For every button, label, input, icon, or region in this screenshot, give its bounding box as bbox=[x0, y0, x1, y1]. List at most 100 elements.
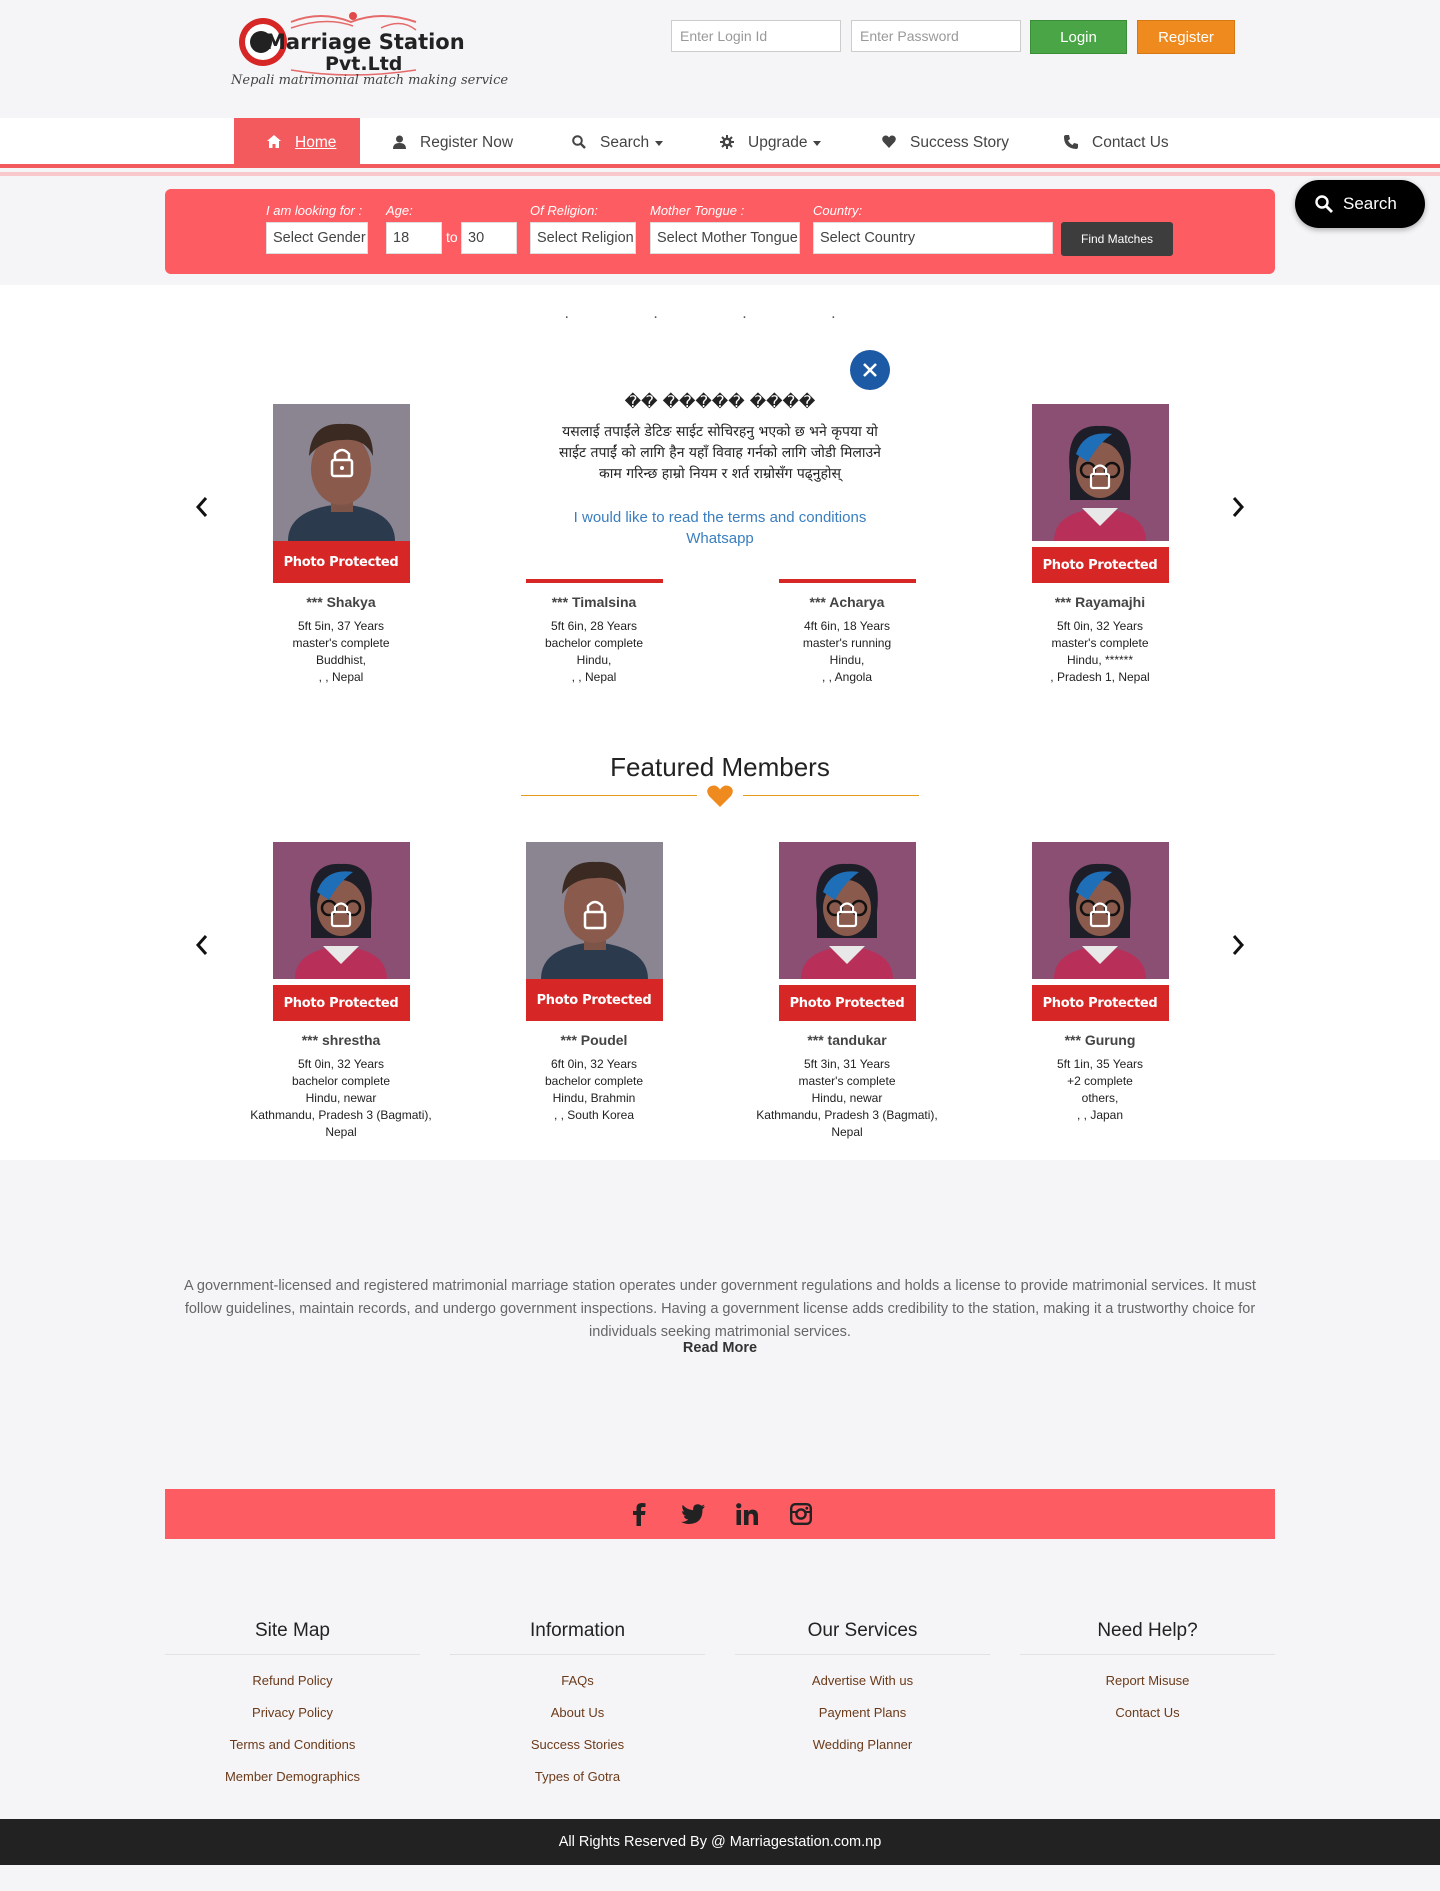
featured-member-card[interactable]: Photo Protected *** tandukar 5ft 3in, 31… bbox=[747, 842, 947, 1141]
instagram-icon[interactable] bbox=[788, 1501, 814, 1527]
facebook-icon[interactable] bbox=[626, 1501, 652, 1527]
main-nav: Home Register Now Search Upgrade Success… bbox=[0, 118, 1440, 168]
photo-protected-badge: Photo Protected bbox=[778, 985, 916, 1021]
modal-body: यसलाई तपाईंले डेटिङ साईट सोचिरहनु भएको छ… bbox=[559, 424, 881, 482]
member-country: Nepal bbox=[831, 1125, 863, 1139]
nav-success-story[interactable]: Success Story bbox=[880, 118, 1009, 168]
member-name[interactable]: *** Rayamajhi bbox=[1000, 594, 1200, 610]
member-name[interactable]: *** tandukar bbox=[747, 1032, 947, 1048]
password-input[interactable] bbox=[851, 20, 1021, 52]
nav-search[interactable]: Search bbox=[570, 118, 664, 168]
footer-link-success-stories[interactable]: Success Stories bbox=[450, 1737, 705, 1752]
footer-site-map: Site Map Refund Policy Privacy Policy Te… bbox=[165, 1620, 420, 1784]
member-location: , , Nepal bbox=[571, 670, 617, 684]
brand-suffix: Pvt.Ltd bbox=[325, 53, 403, 75]
footer-link-privacy-policy[interactable]: Privacy Policy bbox=[165, 1705, 420, 1720]
member-name[interactable]: *** Shakya bbox=[241, 594, 441, 610]
login-id-input[interactable] bbox=[671, 20, 841, 52]
title-divider-right bbox=[743, 795, 919, 796]
member-name[interactable]: *** Acharya bbox=[747, 594, 947, 610]
carousel-prev-button[interactable] bbox=[191, 495, 215, 519]
member-name[interactable]: *** Poudel bbox=[494, 1032, 694, 1048]
featured-prev-button[interactable] bbox=[191, 933, 215, 957]
age-to-select[interactable]: 30 bbox=[461, 222, 517, 254]
photo-protected-badge: Photo Protected bbox=[525, 979, 663, 1021]
photo-protected-badge: Photo Protected bbox=[1031, 547, 1169, 583]
nav-upgrade[interactable]: Upgrade bbox=[718, 118, 822, 168]
nav-register-now[interactable]: Register Now bbox=[390, 118, 513, 168]
member-photo bbox=[1031, 842, 1169, 979]
gender-select[interactable]: Select Gender bbox=[266, 222, 368, 254]
footer-link-advertise[interactable]: Advertise With us bbox=[735, 1673, 990, 1688]
member-photo bbox=[778, 842, 916, 979]
member-education: bachelor complete bbox=[544, 1074, 644, 1088]
featured-member-card[interactable]: Photo Protected *** Poudel 6ft 0in, 32 Y… bbox=[494, 842, 694, 1124]
modal-links: I would like to read the terms and condi… bbox=[555, 507, 885, 549]
footer-link-contact-us[interactable]: Contact Us bbox=[1020, 1705, 1275, 1720]
member-card[interactable]: Photo Protected *** Shakya 5ft 5in, 37 Y… bbox=[241, 404, 441, 686]
home-icon bbox=[265, 135, 283, 151]
footer-link-faqs[interactable]: FAQs bbox=[450, 1673, 705, 1688]
religion-select[interactable]: Select Religion bbox=[530, 222, 636, 254]
whatsapp-link[interactable]: Whatsapp bbox=[555, 528, 885, 549]
search-icon bbox=[1315, 195, 1333, 213]
member-location: Kathmandu, Pradesh 3 (Bagmati), bbox=[250, 1108, 432, 1122]
login-button[interactable]: Login bbox=[1030, 20, 1127, 54]
carousel-next-button[interactable] bbox=[1225, 495, 1249, 519]
member-education: master's running bbox=[802, 636, 892, 650]
member-religion: Buddhist, bbox=[315, 653, 367, 667]
member-name[interactable]: *** Gurung bbox=[1000, 1032, 1200, 1048]
register-button[interactable]: Register bbox=[1137, 20, 1235, 54]
featured-member-card[interactable]: Photo Protected *** Gurung 5ft 1in, 35 Y… bbox=[1000, 842, 1200, 1124]
mother-tongue-select[interactable]: Select Mother Tongue bbox=[650, 222, 800, 254]
floating-search-button[interactable]: Search bbox=[1295, 180, 1425, 228]
modal-close-button[interactable] bbox=[850, 350, 890, 390]
member-location: Kathmandu, Pradesh 3 (Bagmati), bbox=[756, 1108, 938, 1122]
age-from-select[interactable]: 18 bbox=[386, 222, 442, 254]
member-name[interactable]: *** Timalsina bbox=[494, 594, 694, 610]
footer-link-report-misuse[interactable]: Report Misuse bbox=[1020, 1673, 1275, 1688]
member-religion: Hindu, ****** bbox=[1066, 653, 1134, 667]
footer-link-about-us[interactable]: About Us bbox=[450, 1705, 705, 1720]
member-name[interactable]: *** shrestha bbox=[241, 1032, 441, 1048]
footer-link-refund-policy[interactable]: Refund Policy bbox=[165, 1673, 420, 1688]
footer-link-payment-plans[interactable]: Payment Plans bbox=[735, 1705, 990, 1720]
find-matches-button[interactable]: Find Matches bbox=[1061, 222, 1173, 256]
member-card[interactable]: *** Timalsina 5ft 6in, 28 Years bachelor… bbox=[494, 579, 694, 686]
footer-link-member-demographics[interactable]: Member Demographics bbox=[165, 1769, 420, 1784]
member-card[interactable]: *** Acharya 4ft 6in, 18 Years master's r… bbox=[747, 579, 947, 686]
nav-contact-us[interactable]: Contact Us bbox=[1062, 118, 1169, 168]
age-label: Age: bbox=[386, 203, 413, 218]
nav-home[interactable]: Home bbox=[234, 118, 360, 168]
twitter-icon[interactable] bbox=[680, 1501, 706, 1527]
terms-link[interactable]: I would like to read the terms and condi… bbox=[555, 507, 885, 528]
photo-protected-badge: Photo Protected bbox=[272, 985, 410, 1021]
member-religion: Hindu, bbox=[576, 653, 612, 667]
chevron-down-icon bbox=[813, 140, 822, 146]
close-icon bbox=[863, 363, 877, 377]
nav-search-label: Search bbox=[600, 134, 650, 151]
featured-title: Featured Members bbox=[610, 752, 830, 782]
footer-link-terms[interactable]: Terms and Conditions bbox=[165, 1737, 420, 1752]
member-photo bbox=[272, 404, 410, 541]
member-location: , , Nepal bbox=[318, 670, 364, 684]
footer-link-wedding-planner[interactable]: Wedding Planner bbox=[735, 1737, 990, 1752]
about-text: A government-licensed and registered mat… bbox=[184, 1278, 1256, 1340]
footer-link-types-of-gotra[interactable]: Types of Gotra bbox=[450, 1769, 705, 1784]
member-card[interactable]: Photo Protected *** Rayamajhi 5ft 0in, 3… bbox=[1000, 404, 1200, 686]
read-more-link[interactable]: Read More bbox=[0, 1340, 1440, 1356]
member-religion: Hindu, newar bbox=[305, 1091, 377, 1105]
member-education: bachelor complete bbox=[291, 1074, 391, 1088]
member-photo bbox=[272, 842, 410, 979]
member-religion: Hindu, bbox=[829, 653, 865, 667]
carousel-dots[interactable]: . . . . bbox=[0, 305, 1440, 323]
member-education: master's complete bbox=[798, 1074, 896, 1088]
featured-member-card[interactable]: Photo Protected *** shrestha 5ft 0in, 32… bbox=[241, 842, 441, 1141]
linkedin-icon[interactable] bbox=[734, 1501, 760, 1527]
member-location: , , Japan bbox=[1076, 1108, 1124, 1122]
member-height-age: 5ft 0in, 32 Years bbox=[1056, 619, 1144, 633]
featured-next-button[interactable] bbox=[1225, 933, 1249, 957]
age-to-label: to bbox=[446, 229, 458, 245]
country-select[interactable]: Select Country bbox=[813, 222, 1053, 254]
title-divider-left bbox=[521, 795, 697, 796]
